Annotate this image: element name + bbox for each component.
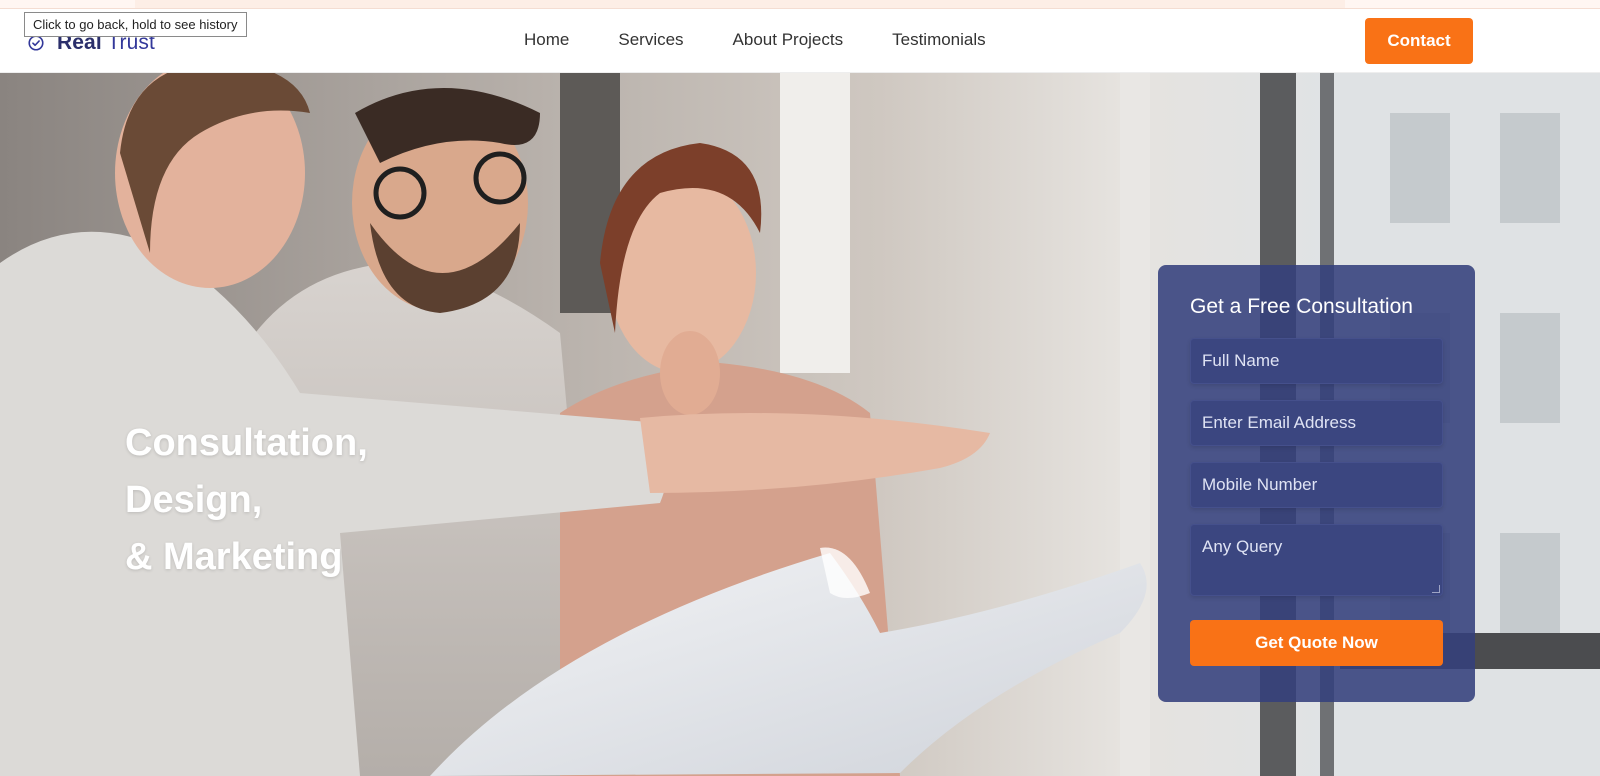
main-nav: Home Services About Projects Testimonial… [524, 30, 986, 50]
headline-line-2: Design, [125, 479, 263, 521]
get-quote-button[interactable]: Get Quote Now [1190, 620, 1443, 666]
top-strip [0, 0, 1600, 9]
nav-services[interactable]: Services [618, 30, 683, 50]
hero-headline: Consultation, Design, & Marketing [125, 415, 368, 586]
headline-line-3: & Marketing [125, 536, 343, 578]
nav-home[interactable]: Home [524, 30, 569, 50]
mobile-field[interactable]: Mobile Number [1190, 462, 1443, 508]
contact-button[interactable]: Contact [1365, 18, 1473, 64]
nav-about-projects[interactable]: About Projects [733, 30, 844, 50]
resize-grip-icon[interactable] [1432, 585, 1440, 593]
hero-section: Consultation, Design, & Marketing Get a … [0, 73, 1600, 776]
nav-testimonials[interactable]: Testimonials [892, 30, 986, 50]
query-placeholder: Any Query [1202, 537, 1283, 556]
consultation-form: Get a Free Consultation Full Name Enter … [1158, 265, 1475, 702]
form-title: Get a Free Consultation [1190, 295, 1413, 318]
back-button-tooltip: Click to go back, hold to see history [24, 12, 247, 37]
query-textarea[interactable]: Any Query [1190, 524, 1443, 596]
email-field[interactable]: Enter Email Address [1190, 400, 1443, 446]
headline-line-1: Consultation, [125, 422, 368, 464]
full-name-field[interactable]: Full Name [1190, 338, 1443, 384]
